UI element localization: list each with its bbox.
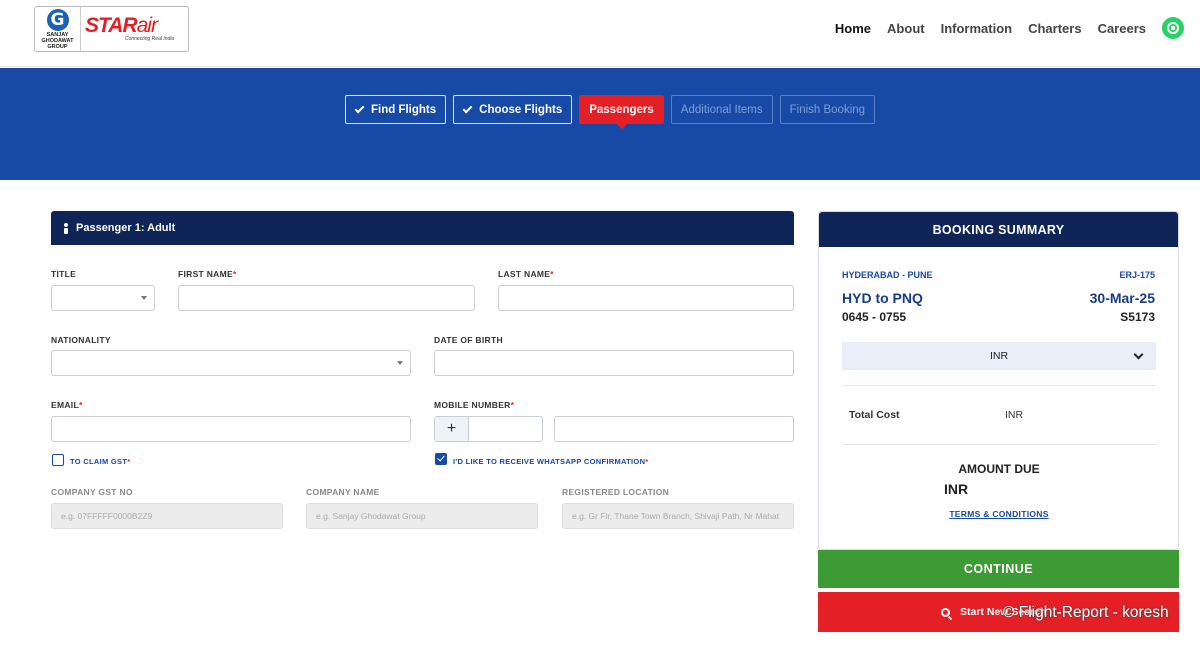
step-additional-items: Additional Items <box>670 95 773 124</box>
flight-times: 0645 - 0755 <box>842 310 907 324</box>
company-name-input: e.g. Sanjay Ghodawat Group <box>306 503 538 529</box>
brand-name: STARair <box>85 14 188 37</box>
main-nav: Home About Information Charters Careers <box>819 17 1184 39</box>
divider <box>842 444 1156 445</box>
terms-link[interactable]: TERMS & CONDITIONS <box>819 509 1179 519</box>
route-name: HYDERABAD - PUNE <box>842 270 933 280</box>
caret-down-icon <box>141 296 147 300</box>
person-icon <box>63 222 69 234</box>
nav-information[interactable]: Information <box>941 21 1013 36</box>
last-name-label: LAST NAME* <box>498 269 554 279</box>
registered-location-label: REGISTERED LOCATION <box>562 487 670 497</box>
aircraft-type: ERJ-175 <box>1119 270 1155 280</box>
company-gst-input: e.g. 07FFFFF0000B2Z9 <box>51 503 283 529</box>
total-cost-label: Total Cost <box>849 409 900 421</box>
flight-date: 30-Mar-25 <box>1089 290 1155 306</box>
currency-value: INR <box>989 350 1009 362</box>
company-gst-label: COMPANY GST NO <box>51 487 133 497</box>
step-passengers[interactable]: Passengers <box>579 95 664 129</box>
brand-tagline: Connecting Real India <box>125 36 175 42</box>
dob-input[interactable] <box>434 350 794 376</box>
whatsapp-checkbox-label[interactable]: I'D LIKE TO RECEIVE WHATSAPP CONFIRMATIO… <box>453 457 649 466</box>
check-icon <box>354 103 365 113</box>
gst-checkbox-label[interactable]: TO CLAIM GST* <box>70 457 130 466</box>
first-name-label: FIRST NAME* <box>178 269 237 279</box>
chevron-down-icon <box>1133 349 1144 360</box>
whatsapp-icon[interactable] <box>1162 17 1184 39</box>
country-code-input[interactable]: + <box>434 416 543 442</box>
mobile-label: MOBILE NUMBER* <box>434 400 515 410</box>
step-label: Choose Flights <box>479 103 563 116</box>
title-select[interactable] <box>51 285 155 311</box>
progress-band: Find Flights Choose Flights Passengers A… <box>0 68 1200 180</box>
currency-select[interactable]: INR <box>842 342 1156 370</box>
nationality-label: NATIONALITY <box>51 335 111 345</box>
total-cost-value: INR <box>1005 409 1024 421</box>
step-label: Additional Items <box>680 103 763 116</box>
search-icon <box>941 607 950 617</box>
booking-summary: BOOKING SUMMARY HYDERABAD - PUNE ERJ-175… <box>818 211 1179 550</box>
star-air-logo: STARair Connecting Real India <box>81 7 188 51</box>
email-input[interactable] <box>51 416 411 442</box>
check-icon <box>462 103 473 113</box>
group-logo-text: SANJAY GHODAWAT GROUP <box>41 32 74 50</box>
email-label: EMAIL* <box>51 400 83 410</box>
caret-down-icon <box>397 361 403 365</box>
nationality-select[interactable] <box>51 350 411 376</box>
nav-careers[interactable]: Careers <box>1098 21 1146 36</box>
group-logo: G SANJAY GHODAWAT GROUP <box>35 7 81 51</box>
plus-icon: + <box>435 417 469 441</box>
brand-star: STAR <box>85 14 138 37</box>
company-name-label: COMPANY NAME <box>306 487 380 497</box>
dob-label: DATE OF BIRTH <box>434 335 503 345</box>
nav-about[interactable]: About <box>887 21 925 36</box>
amount-due-value: INR <box>944 481 969 497</box>
registered-location-input: e.g. Gr Flr, Thane Town Branch, Shivaji … <box>562 503 794 529</box>
watermark: © Flight-Report - koresh <box>1003 604 1169 621</box>
mobile-number-input[interactable] <box>554 416 794 442</box>
step-find-flights[interactable]: Find Flights <box>345 95 447 124</box>
last-name-input[interactable] <box>498 285 794 311</box>
continue-button[interactable]: CONTINUE <box>818 550 1179 588</box>
route-code: HYD to PNQ <box>842 290 923 306</box>
step-choose-flights[interactable]: Choose Flights <box>453 95 573 124</box>
booking-steps: Find Flights Choose Flights Passengers A… <box>345 95 882 129</box>
step-label: Finish Booking <box>789 103 866 116</box>
step-finish-booking: Finish Booking <box>779 95 876 124</box>
nav-charters[interactable]: Charters <box>1028 21 1081 36</box>
logo[interactable]: G SANJAY GHODAWAT GROUP STARair Connecti… <box>34 6 189 52</box>
step-label: Find Flights <box>371 103 437 116</box>
passenger-header-label: Passenger 1: Adult <box>76 222 176 234</box>
flight-number: S5173 <box>1120 310 1155 324</box>
title-label: TITLE <box>51 269 77 279</box>
step-label: Passengers <box>589 103 654 116</box>
booking-summary-title: BOOKING SUMMARY <box>819 212 1178 247</box>
divider <box>842 385 1156 386</box>
gst-checkbox[interactable] <box>52 454 64 466</box>
site-header: G SANJAY GHODAWAT GROUP STARair Connecti… <box>0 0 1200 67</box>
passenger-header: Passenger 1: Adult <box>51 211 794 245</box>
brand-air: air <box>136 14 158 37</box>
nav-home[interactable]: Home <box>835 21 871 36</box>
group-logo-icon: G <box>46 9 69 31</box>
amount-due-label: AMOUNT DUE <box>958 462 1040 476</box>
first-name-input[interactable] <box>178 285 475 311</box>
whatsapp-checkbox[interactable] <box>435 453 447 465</box>
